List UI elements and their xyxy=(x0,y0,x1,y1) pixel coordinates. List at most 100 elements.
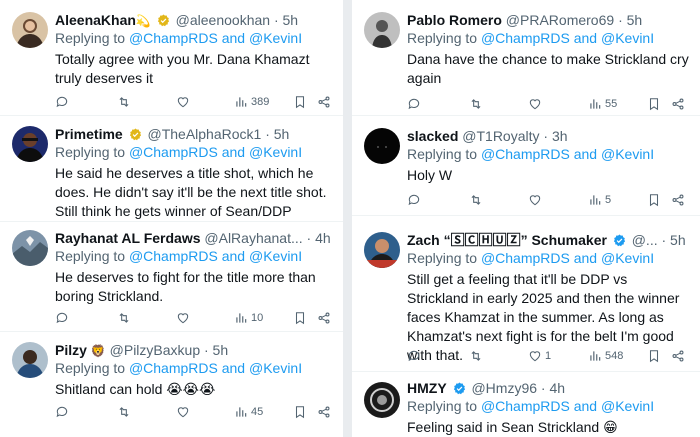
tweet[interactable]: Primetime @TheAlphaRock1 · 5h Replying t… xyxy=(0,116,343,222)
bookmark-button[interactable] xyxy=(293,94,307,110)
avatar[interactable] xyxy=(12,126,48,162)
handle[interactable]: @... xyxy=(632,232,658,248)
share-button[interactable] xyxy=(671,192,685,208)
views-button[interactable]: 45 xyxy=(234,404,263,420)
like-button[interactable] xyxy=(176,310,190,326)
replying-to: Replying to @ChampRDS and @KevinI xyxy=(55,247,335,265)
reply-button[interactable] xyxy=(407,348,421,364)
mention-champrds[interactable]: @ChampRDS xyxy=(129,30,218,46)
replying-to: Replying to @ChampRDS and @KevinI xyxy=(407,397,692,415)
avatar[interactable] xyxy=(12,230,48,266)
display-name[interactable]: Pablo Romero xyxy=(407,12,502,28)
like-button[interactable] xyxy=(176,94,190,110)
mention-kevin[interactable]: @KevinI xyxy=(249,248,302,264)
bookmark-button[interactable] xyxy=(293,310,307,326)
mention-champrds[interactable]: @ChampRDS xyxy=(129,248,218,264)
mention-champrds[interactable]: @ChampRDS xyxy=(481,146,570,162)
timestamp[interactable]: · 3h xyxy=(543,128,567,144)
mention-kevin[interactable]: @KevinI xyxy=(249,30,302,46)
reply-button[interactable] xyxy=(55,404,69,420)
views-icon xyxy=(236,313,247,323)
timestamp[interactable]: · 5h xyxy=(265,126,289,142)
avatar[interactable] xyxy=(12,342,48,378)
avatar[interactable] xyxy=(364,382,400,418)
like-button[interactable] xyxy=(176,404,190,420)
like-button[interactable]: 1 xyxy=(528,348,551,364)
mention-and: and xyxy=(573,398,598,414)
reply-prefix: Replying to xyxy=(407,250,478,266)
display-name[interactable]: Primetime xyxy=(55,126,123,142)
retweet-button[interactable] xyxy=(469,96,483,112)
heart-icon xyxy=(529,99,541,110)
share-button[interactable] xyxy=(671,348,685,364)
mention-champrds[interactable]: @ChampRDS xyxy=(129,360,218,376)
handle[interactable]: @T1Royalty xyxy=(462,128,539,144)
share-button[interactable] xyxy=(317,404,331,420)
mention-champrds[interactable]: @ChampRDS xyxy=(129,144,218,160)
tweet[interactable]: AleenaKhan💫 @aleenookhan · 5h Replying t… xyxy=(0,0,343,116)
mention-kevin[interactable]: @KevinI xyxy=(249,360,302,376)
handle[interactable]: @AlRayhanat... xyxy=(204,230,302,246)
mention-champrds[interactable]: @ChampRDS xyxy=(481,30,570,46)
retweet-button[interactable] xyxy=(469,192,483,208)
timestamp[interactable]: · 4h xyxy=(307,230,331,246)
views-button[interactable]: 10 xyxy=(234,310,263,326)
reply-button[interactable] xyxy=(55,94,69,110)
mention-kevin[interactable]: @KevinI xyxy=(601,398,654,414)
retweet-button[interactable] xyxy=(117,404,131,420)
tweet[interactable]: HMZY @Hmzy96 · 4h Replying to @ChampRDS … xyxy=(352,372,700,437)
display-name[interactable]: AleenaKhan xyxy=(55,12,136,28)
retweet-button[interactable] xyxy=(469,348,483,364)
mention-kevin[interactable]: @KevinI xyxy=(249,144,302,160)
display-name[interactable]: slacked xyxy=(407,128,458,144)
timestamp[interactable]: · 5h xyxy=(204,342,228,358)
display-name[interactable]: Pilzy xyxy=(55,342,87,358)
display-name[interactable]: HMZY xyxy=(407,380,447,396)
avatar[interactable] xyxy=(364,128,400,164)
bookmark-button[interactable] xyxy=(647,96,661,112)
timestamp[interactable]: · 5h xyxy=(618,12,642,28)
tweet[interactable]: Zach “🅂🄲🄷🅄🅉” Schumaker @... · 5h Replyin… xyxy=(352,216,700,372)
like-button[interactable] xyxy=(528,96,542,112)
handle[interactable]: @PilzyBaxkup xyxy=(110,342,200,358)
reply-button[interactable] xyxy=(55,310,69,326)
share-button[interactable] xyxy=(317,94,331,110)
display-name[interactable]: Rayhanat AL Ferdaws xyxy=(55,230,201,246)
mention-champrds[interactable]: @ChampRDS xyxy=(481,250,570,266)
retweet-button[interactable] xyxy=(117,310,131,326)
views-button[interactable]: 389 xyxy=(234,94,269,110)
bookmark-button[interactable] xyxy=(293,404,307,420)
mention-and: and xyxy=(221,248,246,264)
handle[interactable]: @PRARomero69 xyxy=(506,12,614,28)
handle[interactable]: @TheAlphaRock1 xyxy=(147,126,261,142)
timestamp[interactable]: · 5h xyxy=(662,232,686,248)
avatar[interactable] xyxy=(364,232,400,268)
avatar[interactable] xyxy=(12,12,48,48)
tweet-header: slacked @T1Royalty · 3h xyxy=(407,128,692,145)
tweet[interactable]: slacked @T1Royalty · 3h Replying to @Cha… xyxy=(352,116,700,216)
like-button[interactable] xyxy=(528,192,542,208)
share-button[interactable] xyxy=(671,96,685,112)
reply-button[interactable] xyxy=(407,96,421,112)
mention-kevin[interactable]: @KevinI xyxy=(601,146,654,162)
retweet-button[interactable] xyxy=(117,94,131,110)
mention-kevin[interactable]: @KevinI xyxy=(601,250,654,266)
bookmark-button[interactable] xyxy=(647,348,661,364)
tweet[interactable]: Pilzy 🦁 @PilzyBaxkup · 5h Replying to @C… xyxy=(0,332,343,437)
display-name[interactable]: Zach “🅂🄲🄷🅄🅉” Schumaker xyxy=(407,232,607,248)
views-button[interactable]: 548 xyxy=(588,348,623,364)
bookmark-button[interactable] xyxy=(647,192,661,208)
share-button[interactable] xyxy=(317,310,331,326)
mention-champrds[interactable]: @ChampRDS xyxy=(481,398,570,414)
handle[interactable]: @aleenookhan xyxy=(176,12,270,28)
timestamp[interactable]: · 4h xyxy=(541,380,565,396)
avatar[interactable] xyxy=(364,12,400,48)
tweet[interactable]: Rayhanat AL Ferdaws @AlRayhanat... · 4h … xyxy=(0,222,343,332)
views-button[interactable]: 55 xyxy=(588,96,617,112)
timestamp[interactable]: · 5h xyxy=(274,12,298,28)
reply-button[interactable] xyxy=(407,192,421,208)
handle[interactable]: @Hmzy96 xyxy=(471,380,537,396)
mention-kevin[interactable]: @KevinI xyxy=(601,30,654,46)
views-button[interactable]: 5 xyxy=(588,192,611,208)
tweet[interactable]: Pablo Romero @PRARomero69 · 5h Replying … xyxy=(352,0,700,116)
